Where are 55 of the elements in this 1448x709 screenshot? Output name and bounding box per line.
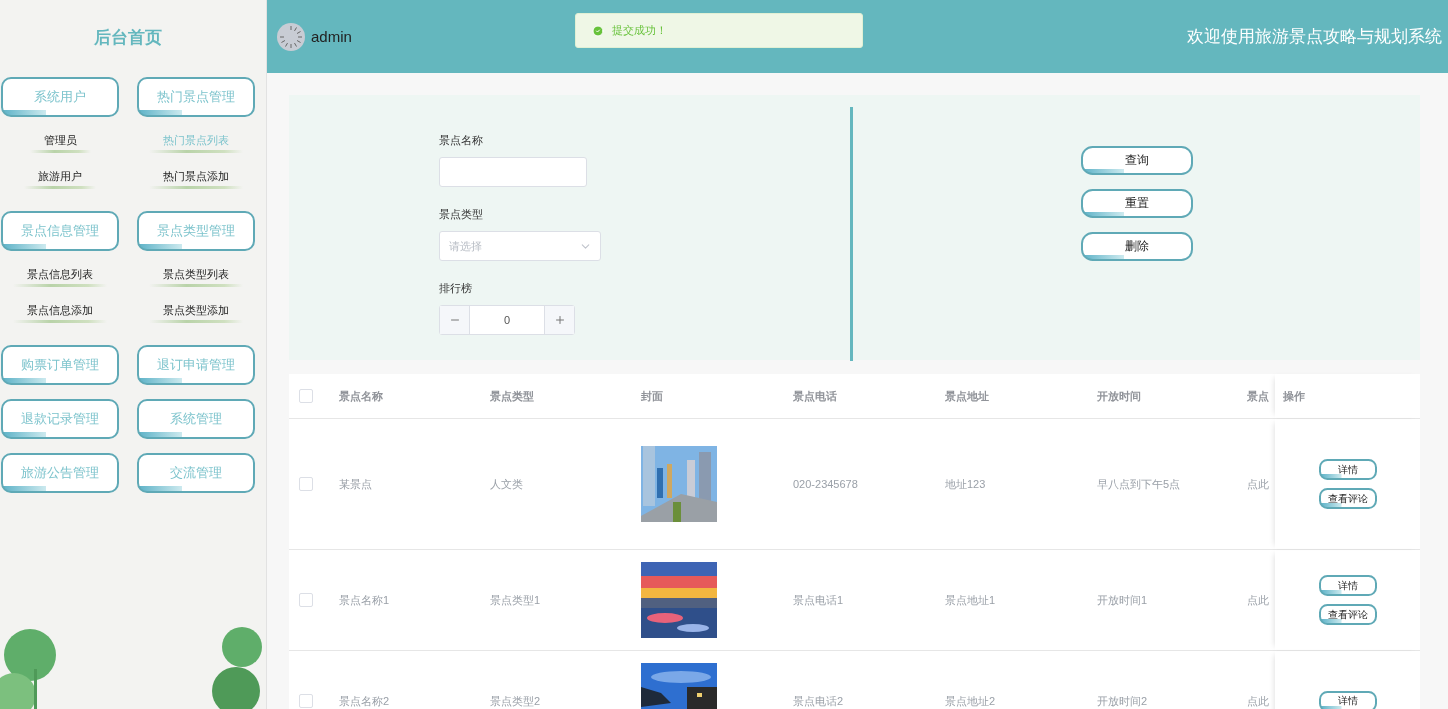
submenu-item[interactable]: 热门景点添加 [149, 169, 243, 189]
check-icon [592, 24, 604, 37]
action-button[interactable]: 删除 [1080, 232, 1193, 261]
table-cell-text: 景点名称2 [339, 693, 391, 709]
checkbox[interactable] [299, 593, 313, 607]
submenu-item[interactable]: 景点信息列表 [13, 267, 107, 287]
table-cell-text: 人文类 [490, 476, 524, 492]
table-cell-text: 点此 [1247, 693, 1270, 709]
column-header: 景点类型 [490, 388, 535, 404]
table-cell-text: 景点类型1 [490, 592, 542, 608]
column-header: 操作 [1283, 388, 1305, 404]
checkbox[interactable] [299, 694, 313, 708]
submenu-item[interactable]: 景点信息添加 [13, 303, 107, 323]
table-cell-text: 景点电话2 [793, 693, 845, 709]
row-action-button[interactable]: 详情 [1319, 690, 1377, 709]
sidebar-title: 后台首页 [93, 27, 163, 49]
column-header: 开放时间 [1097, 388, 1142, 404]
table-cell-text: 早八点到下午5点 [1097, 476, 1182, 492]
table-cell-text: 开放时间2 [1097, 693, 1149, 709]
table-cell-text: 开放时间1 [1097, 592, 1149, 608]
column-header: 景点地址 [945, 388, 990, 404]
input-field[interactable] [439, 157, 587, 187]
row-action-button[interactable]: 详情 [1319, 575, 1377, 596]
table-cell-text: 景点地址2 [945, 693, 997, 709]
column-header: 景点电话 [793, 388, 838, 404]
user-name: admin [311, 28, 352, 45]
table-cell-text: 地址123 [945, 476, 987, 492]
submenu-item[interactable]: 旅游用户 [24, 169, 96, 189]
system-title: 欢迎使用旅游景点攻略与规划系统 [1187, 26, 1442, 48]
table-cell-text: 点此 [1247, 476, 1270, 492]
row-action-button[interactable]: 详情 [1319, 459, 1377, 480]
avatar-icon [277, 22, 305, 51]
field-label: 排行榜 [439, 281, 473, 296]
table-cell-text: 某景点 [339, 476, 373, 492]
column-header: 封面 [641, 388, 664, 404]
action-button[interactable]: 查询 [1080, 146, 1193, 175]
action-button[interactable]: 重置 [1080, 189, 1193, 218]
submenu-item[interactable]: 景点类型添加 [149, 303, 243, 323]
column-header: 景点 [1247, 388, 1270, 404]
toast-message: 提交成功！ [612, 23, 667, 38]
table-cell-text: 景点名称1 [339, 592, 391, 608]
table-cell-text: 景点地址1 [945, 592, 997, 608]
column-header: 景点名称 [339, 388, 384, 404]
field-label: 景点类型 [439, 207, 484, 222]
table-cell-text: 景点类型2 [490, 693, 542, 709]
table-cell-text: 点此 [1247, 592, 1270, 608]
submenu-item[interactable]: 景点类型列表 [149, 267, 243, 287]
checkbox[interactable] [299, 389, 313, 403]
row-action-button[interactable]: 查看评论 [1319, 604, 1377, 625]
row-action-button[interactable]: 查看评论 [1319, 488, 1377, 509]
table-cell-text: 景点电话1 [793, 592, 845, 608]
field-label: 景点名称 [439, 133, 484, 148]
table-cell-text: 020-2345678 [793, 478, 859, 490]
submenu-item[interactable]: 管理员 [29, 133, 91, 153]
checkbox[interactable] [299, 477, 313, 491]
